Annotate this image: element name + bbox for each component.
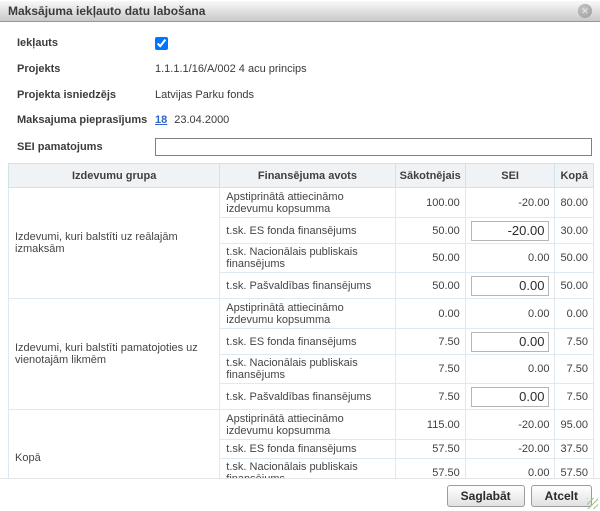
initial-cell: 7.50 — [395, 329, 465, 355]
initial-cell: 50.00 — [395, 273, 465, 299]
payment-request-value: 18 23.04.2000 — [155, 114, 229, 126]
initial-cell: 0.00 — [395, 299, 465, 329]
payment-request-date: 23.04.2000 — [174, 114, 229, 126]
sei-input[interactable] — [471, 221, 549, 241]
sei-cell: -20.00 — [465, 440, 555, 459]
header-source: Finansējuma avots — [220, 164, 395, 188]
total-cell: 50.00 — [555, 244, 594, 273]
total-cell: 30.00 — [555, 218, 594, 244]
total-cell: 80.00 — [555, 188, 594, 218]
initial-cell: 50.00 — [395, 244, 465, 273]
sei-input[interactable] — [471, 387, 549, 407]
sei-cell — [465, 218, 555, 244]
sei-cell — [465, 329, 555, 355]
sei-cell: -20.00 — [465, 410, 555, 440]
total-cell: 50.00 — [555, 273, 594, 299]
total-cell: 7.50 — [555, 355, 594, 384]
sei-reason-input[interactable] — [155, 138, 592, 156]
included-checkbox[interactable] — [155, 37, 168, 50]
source-cell: t.sk. Nacionālais publiskais finansējums — [220, 244, 395, 273]
initial-cell: 57.50 — [395, 440, 465, 459]
project-label: Projekts — [17, 63, 60, 75]
initial-cell: 50.00 — [395, 218, 465, 244]
total-cell: 0.00 — [555, 299, 594, 329]
source-cell: Apstiprinātā attiecināmo izdevumu kopsum… — [220, 410, 395, 440]
initial-cell: 7.50 — [395, 384, 465, 410]
dialog-title: Maksājuma iekļauto datu labošana — [8, 4, 578, 18]
source-cell: Apstiprinātā attiecināmo izdevumu kopsum… — [220, 299, 395, 329]
table-header-row: Izdevumu grupa Finansējuma avots Sākotnē… — [9, 164, 594, 188]
source-cell: t.sk. Pašvaldības finansējums — [220, 384, 395, 410]
applicant-label: Projekta isniedzējs — [17, 89, 116, 101]
total-cell: 7.50 — [555, 384, 594, 410]
sei-cell — [465, 273, 555, 299]
header-total: Kopā — [555, 164, 594, 188]
total-cell: 37.50 — [555, 440, 594, 459]
sei-cell: 0.00 — [465, 355, 555, 384]
included-label: Iekļauts — [17, 37, 58, 49]
source-cell: t.sk. ES fonda finansējums — [220, 218, 395, 244]
sei-cell: -20.00 — [465, 188, 555, 218]
group-name: Izdevumi, kuri balstīti pamatojoties uz … — [9, 299, 220, 410]
total-cell: 95.00 — [555, 410, 594, 440]
initial-cell: 7.50 — [395, 355, 465, 384]
initial-cell: 100.00 — [395, 188, 465, 218]
source-cell: t.sk. Pašvaldības finansējums — [220, 273, 395, 299]
source-cell: Apstiprinātā attiecināmo izdevumu kopsum… — [220, 188, 395, 218]
source-cell: t.sk. Nacionālais publiskais finansējums — [220, 355, 395, 384]
total-cell: 7.50 — [555, 329, 594, 355]
group-name: Izdevumi, kuri balstīti uz reālajām izma… — [9, 188, 220, 299]
table-row: Izdevumi, kuri balstīti pamatojoties uz … — [9, 299, 594, 329]
sei-cell: 0.00 — [465, 244, 555, 273]
project-value: 1.1.1.1/16/A/002 4 acu princips — [155, 63, 307, 75]
sei-cell — [465, 384, 555, 410]
initial-cell: 115.00 — [395, 410, 465, 440]
table-row: Kopā Apstiprinātā attiecināmo izdevumu k… — [9, 410, 594, 440]
source-cell: t.sk. ES fonda finansējums — [220, 329, 395, 355]
payment-request-label: Maksajuma pieprasījums — [17, 114, 147, 126]
cost-table: Izdevumu grupa Finansējuma avots Sākotnē… — [8, 163, 594, 507]
table-row: Izdevumi, kuri balstīti uz reālajām izma… — [9, 188, 594, 218]
save-button[interactable]: Saglabāt — [447, 485, 525, 507]
resize-handle-icon[interactable] — [587, 498, 598, 509]
header-sei: SEI — [465, 164, 555, 188]
close-icon[interactable]: ✕ — [578, 4, 592, 18]
header-group: Izdevumu grupa — [9, 164, 220, 188]
cancel-button[interactable]: Atcelt — [531, 485, 592, 507]
sei-input[interactable] — [471, 276, 549, 296]
sei-cell: 0.00 — [465, 299, 555, 329]
sei-reason-label: SEI pamatojums — [17, 141, 103, 153]
dialog-footer: Saglabāt Atcelt — [0, 478, 600, 511]
applicant-value: Latvijas Parku fonds — [155, 89, 254, 101]
payment-request-link[interactable]: 18 — [155, 114, 167, 126]
sei-input[interactable] — [471, 332, 549, 352]
source-cell: t.sk. ES fonda finansējums — [220, 440, 395, 459]
header-initial: Sākotnējais — [395, 164, 465, 188]
dialog-titlebar: Maksājuma iekļauto datu labošana ✕ — [0, 0, 600, 22]
